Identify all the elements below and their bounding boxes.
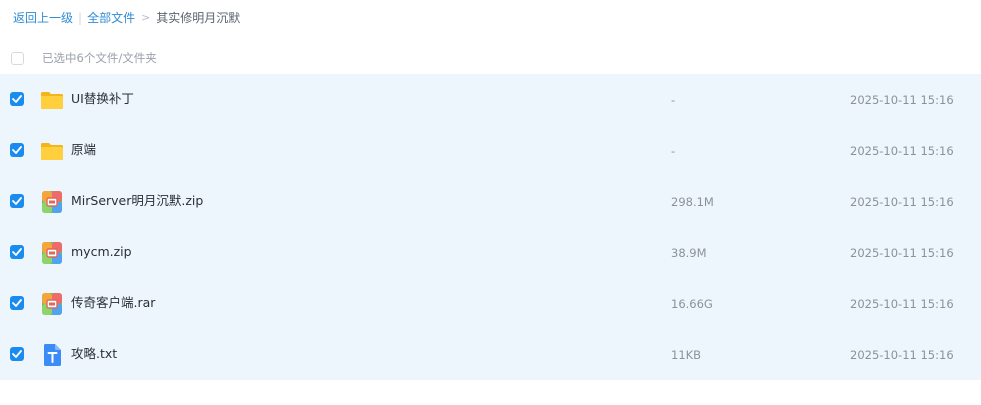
file-modified: 2025-10-11 15:16 <box>850 195 954 209</box>
file-row[interactable]: 原端 - 2025-10-11 15:16 <box>0 125 981 176</box>
text-file-icon <box>40 343 64 367</box>
file-size: 298.1M <box>671 195 714 209</box>
file-row[interactable]: 传奇客户端.rar 16.66G 2025-10-11 15:16 <box>0 278 981 329</box>
file-row[interactable]: mycm.zip 38.9M 2025-10-11 15:16 <box>0 227 981 278</box>
row-checkbox[interactable] <box>10 296 24 310</box>
checkmark-icon <box>12 197 22 205</box>
breadcrumb-separator: > <box>141 11 151 24</box>
file-modified: 2025-10-11 15:16 <box>850 348 954 362</box>
folder-icon <box>40 139 64 163</box>
row-checkbox[interactable] <box>10 194 24 208</box>
file-row[interactable]: 攻略.txt 11KB 2025-10-11 15:16 <box>0 329 981 380</box>
file-modified: 2025-10-11 15:16 <box>850 93 954 107</box>
archive-icon <box>40 241 64 265</box>
row-checkbox[interactable] <box>10 143 24 157</box>
breadcrumb: 返回上一级 | 全部文件 > 其实修明月沉默 <box>13 9 240 27</box>
file-row[interactable]: UI替换补丁 - 2025-10-11 15:16 <box>0 74 981 125</box>
file-name[interactable]: UI替换补丁 <box>71 90 134 108</box>
file-modified: 2025-10-11 15:16 <box>850 144 954 158</box>
folder-icon <box>40 88 64 112</box>
file-list: UI替换补丁 - 2025-10-11 15:16 原端 - 2025-10-1… <box>0 74 981 380</box>
file-name[interactable]: mycm.zip <box>71 243 132 261</box>
row-checkbox[interactable] <box>10 347 24 361</box>
file-browser: 返回上一级 | 全部文件 > 其实修明月沉默 已选中6个文件/文件夹 UI替换补… <box>0 0 981 405</box>
selection-count: 已选中6个文件/文件夹 <box>42 51 157 65</box>
back-link[interactable]: 返回上一级 <box>13 9 73 27</box>
checkmark-icon <box>12 350 22 358</box>
checkmark-icon <box>12 95 22 103</box>
selection-header: 已选中6个文件/文件夹 <box>0 46 981 70</box>
file-size: 11KB <box>671 348 702 362</box>
checkmark-icon <box>12 299 22 307</box>
file-name[interactable]: 传奇客户端.rar <box>71 294 155 312</box>
row-checkbox[interactable] <box>10 245 24 259</box>
file-size: 38.9M <box>671 246 707 260</box>
file-name[interactable]: MirServer明月沉默.zip <box>71 192 203 210</box>
breadcrumb-divider: | <box>78 11 83 25</box>
file-row[interactable]: MirServer明月沉默.zip 298.1M 2025-10-11 15:1… <box>0 176 981 227</box>
archive-icon <box>40 190 64 214</box>
file-modified: 2025-10-11 15:16 <box>850 246 954 260</box>
file-name[interactable]: 攻略.txt <box>71 345 117 363</box>
current-folder-label: 其实修明月沉默 <box>156 11 241 25</box>
select-all-checkbox[interactable] <box>11 51 24 65</box>
checkmark-icon <box>12 248 22 256</box>
file-name[interactable]: 原端 <box>71 141 96 159</box>
file-size: - <box>671 144 676 158</box>
row-checkbox[interactable] <box>10 92 24 106</box>
archive-icon <box>40 292 64 316</box>
file-size: 16.66G <box>671 297 713 311</box>
file-size: - <box>671 93 676 107</box>
checkmark-icon <box>12 146 22 154</box>
file-modified: 2025-10-11 15:16 <box>850 297 954 311</box>
all-files-link[interactable]: 全部文件 <box>87 9 135 27</box>
